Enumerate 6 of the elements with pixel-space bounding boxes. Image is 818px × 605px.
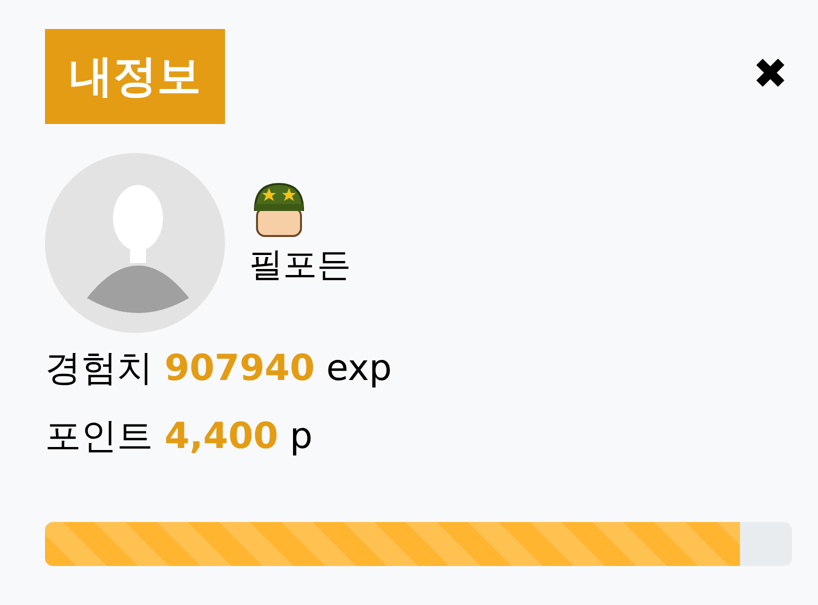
avatar-icon (45, 153, 225, 333)
close-button[interactable]: ✖ (748, 53, 792, 95)
stat-line: 포인트 4,400 p (45, 415, 314, 460)
panel-title: 내정보 (45, 29, 225, 124)
stat-line: 경험치 907940 exp (45, 347, 393, 391)
user-name: 필포든 (249, 244, 351, 287)
